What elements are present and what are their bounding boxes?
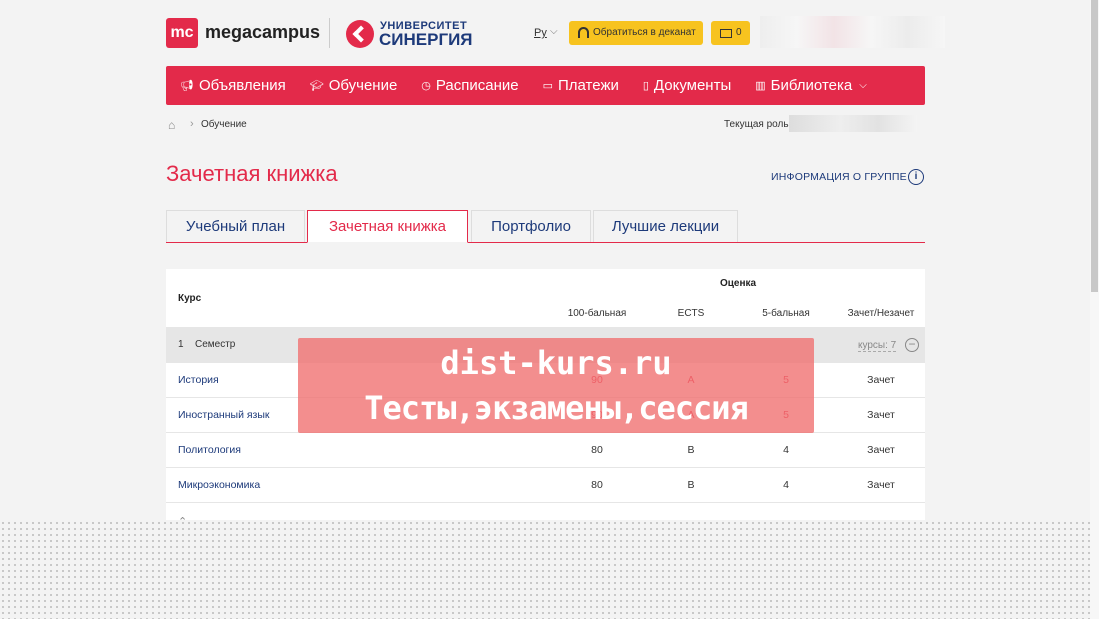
pass-status: Зачет — [867, 409, 895, 421]
course-link[interactable]: Иностранный язык — [178, 409, 270, 421]
column-header-100: 100-бальная — [567, 308, 627, 319]
scrollbar-thumb[interactable] — [1091, 0, 1098, 292]
column-header-course: Курс — [178, 293, 202, 304]
pass-status: Зачет — [867, 444, 895, 456]
headset-icon — [578, 27, 589, 38]
nav-item-schedule[interactable]: ◷ Расписание — [421, 77, 518, 94]
nav-item-label: Библиотека — [770, 77, 853, 94]
card-icon: ▭ — [542, 80, 554, 92]
halftone-overlay — [0, 520, 1090, 619]
score-100: 80 — [591, 479, 603, 491]
group-info-link[interactable]: ИНФОРМАЦИЯ О ГРУППЕ — [771, 171, 907, 183]
megaphone-icon: 📢︎ — [180, 80, 194, 92]
column-header-ects: ECTS — [677, 308, 705, 319]
semester-name: Семестр — [195, 339, 236, 350]
nav-item-announcements[interactable]: 📢︎ Объявления — [180, 77, 286, 94]
nav-item-payments[interactable]: ▭ Платежи — [543, 77, 619, 94]
pass-status: Зачет — [867, 479, 895, 491]
home-icon[interactable]: ⌂ — [168, 118, 175, 132]
page: mc megacampus УНИВЕРСИТЕТ СИНЕРГИЯ Ру ⌵ … — [0, 0, 1090, 619]
nav-item-label: Расписание — [435, 77, 519, 94]
nav-item-library[interactable]: ▥ Библиотека ⌵ — [755, 77, 867, 94]
watermark-banner: dist-kurs.ru Тесты,экзамены,сессия — [298, 338, 814, 433]
language-selector[interactable]: Ру — [534, 27, 547, 39]
tab-best-lectures[interactable]: Лучшие лекции — [593, 210, 738, 242]
tab-portfolio[interactable]: Портфолио — [471, 210, 591, 242]
course-link[interactable]: История — [178, 374, 219, 386]
breadcrumb-current: Обучение — [201, 119, 247, 130]
nav-item-learning[interactable]: 🎓︎ Обучение — [310, 77, 398, 94]
main-nav: 📢︎ Объявления 🎓︎ Обучение ◷ Расписание ▭… — [166, 66, 925, 105]
nav-item-label: Обучение — [328, 77, 398, 94]
contact-dean-label: Обратиться в деканат — [593, 27, 696, 38]
page-title: Зачетная книжка — [166, 161, 338, 186]
nav-item-label: Документы — [653, 77, 732, 94]
current-role-blurred[interactable] — [789, 115, 917, 132]
course-link[interactable]: Политология — [178, 444, 241, 456]
column-header-grade: Оценка — [720, 278, 757, 289]
university-name[interactable]: СИНЕРГИЯ — [379, 30, 473, 50]
table-row: Политология 80 B 4 Зачет — [166, 433, 925, 468]
graduation-cap-icon: 🎓︎ — [309, 80, 324, 92]
info-icon[interactable]: i — [908, 169, 924, 185]
synergy-logo-icon[interactable] — [346, 20, 374, 48]
course-link[interactable]: Микроэкономика — [178, 479, 260, 491]
semester-course-count[interactable]: курсы: 7 — [858, 340, 897, 352]
column-header-5: 5-бальная — [762, 308, 810, 319]
semester-number: 1 — [178, 339, 184, 350]
tab-record-book[interactable]: Зачетная книжка — [307, 210, 468, 243]
pass-status: Зачет — [867, 374, 895, 386]
collapse-icon[interactable]: − — [905, 338, 919, 352]
score-ects: B — [687, 444, 695, 456]
score-5: 4 — [783, 479, 789, 491]
nav-item-documents[interactable]: ▯ Документы — [643, 77, 731, 94]
messages-button[interactable]: 0 — [711, 21, 750, 45]
watermark-tagline: Тесты,экзамены,сессия — [364, 389, 749, 427]
breadcrumb-separator-icon: › — [190, 118, 194, 130]
score-100: 80 — [591, 444, 603, 456]
tab-curriculum[interactable]: Учебный план — [166, 210, 305, 242]
clock-icon: ◷ — [421, 80, 431, 92]
chevron-down-icon[interactable]: ⌵ — [550, 26, 558, 37]
nav-item-label: Объявления — [198, 77, 286, 94]
messages-count: 0 — [736, 27, 742, 38]
current-role-label: Текущая роль: — [724, 119, 792, 130]
score-ects: B — [687, 479, 695, 491]
watermark-site: dist-kurs.ru — [440, 344, 672, 382]
envelope-icon — [720, 29, 732, 38]
score-5: 4 — [783, 444, 789, 456]
megacampus-logo-mark[interactable]: mc — [166, 18, 198, 48]
chevron-down-icon: ⌵ — [859, 80, 867, 91]
megacampus-logo-text[interactable]: megacampus — [205, 22, 320, 43]
vertical-scrollbar[interactable] — [1090, 0, 1099, 619]
tabs: Учебный план Зачетная книжка Портфолио Л… — [166, 210, 925, 243]
user-profile-blurred[interactable] — [760, 16, 945, 48]
nav-item-label: Платежи — [558, 77, 619, 94]
table-row: Микроэкономика 80 B 4 Зачет — [166, 468, 925, 503]
document-icon: ▯ — [642, 80, 649, 92]
contact-dean-button[interactable]: Обратиться в деканат — [569, 21, 703, 45]
logo-divider — [329, 18, 330, 48]
book-icon: ▥ — [755, 80, 766, 92]
column-header-pass: Зачет/Незачет — [847, 308, 915, 319]
